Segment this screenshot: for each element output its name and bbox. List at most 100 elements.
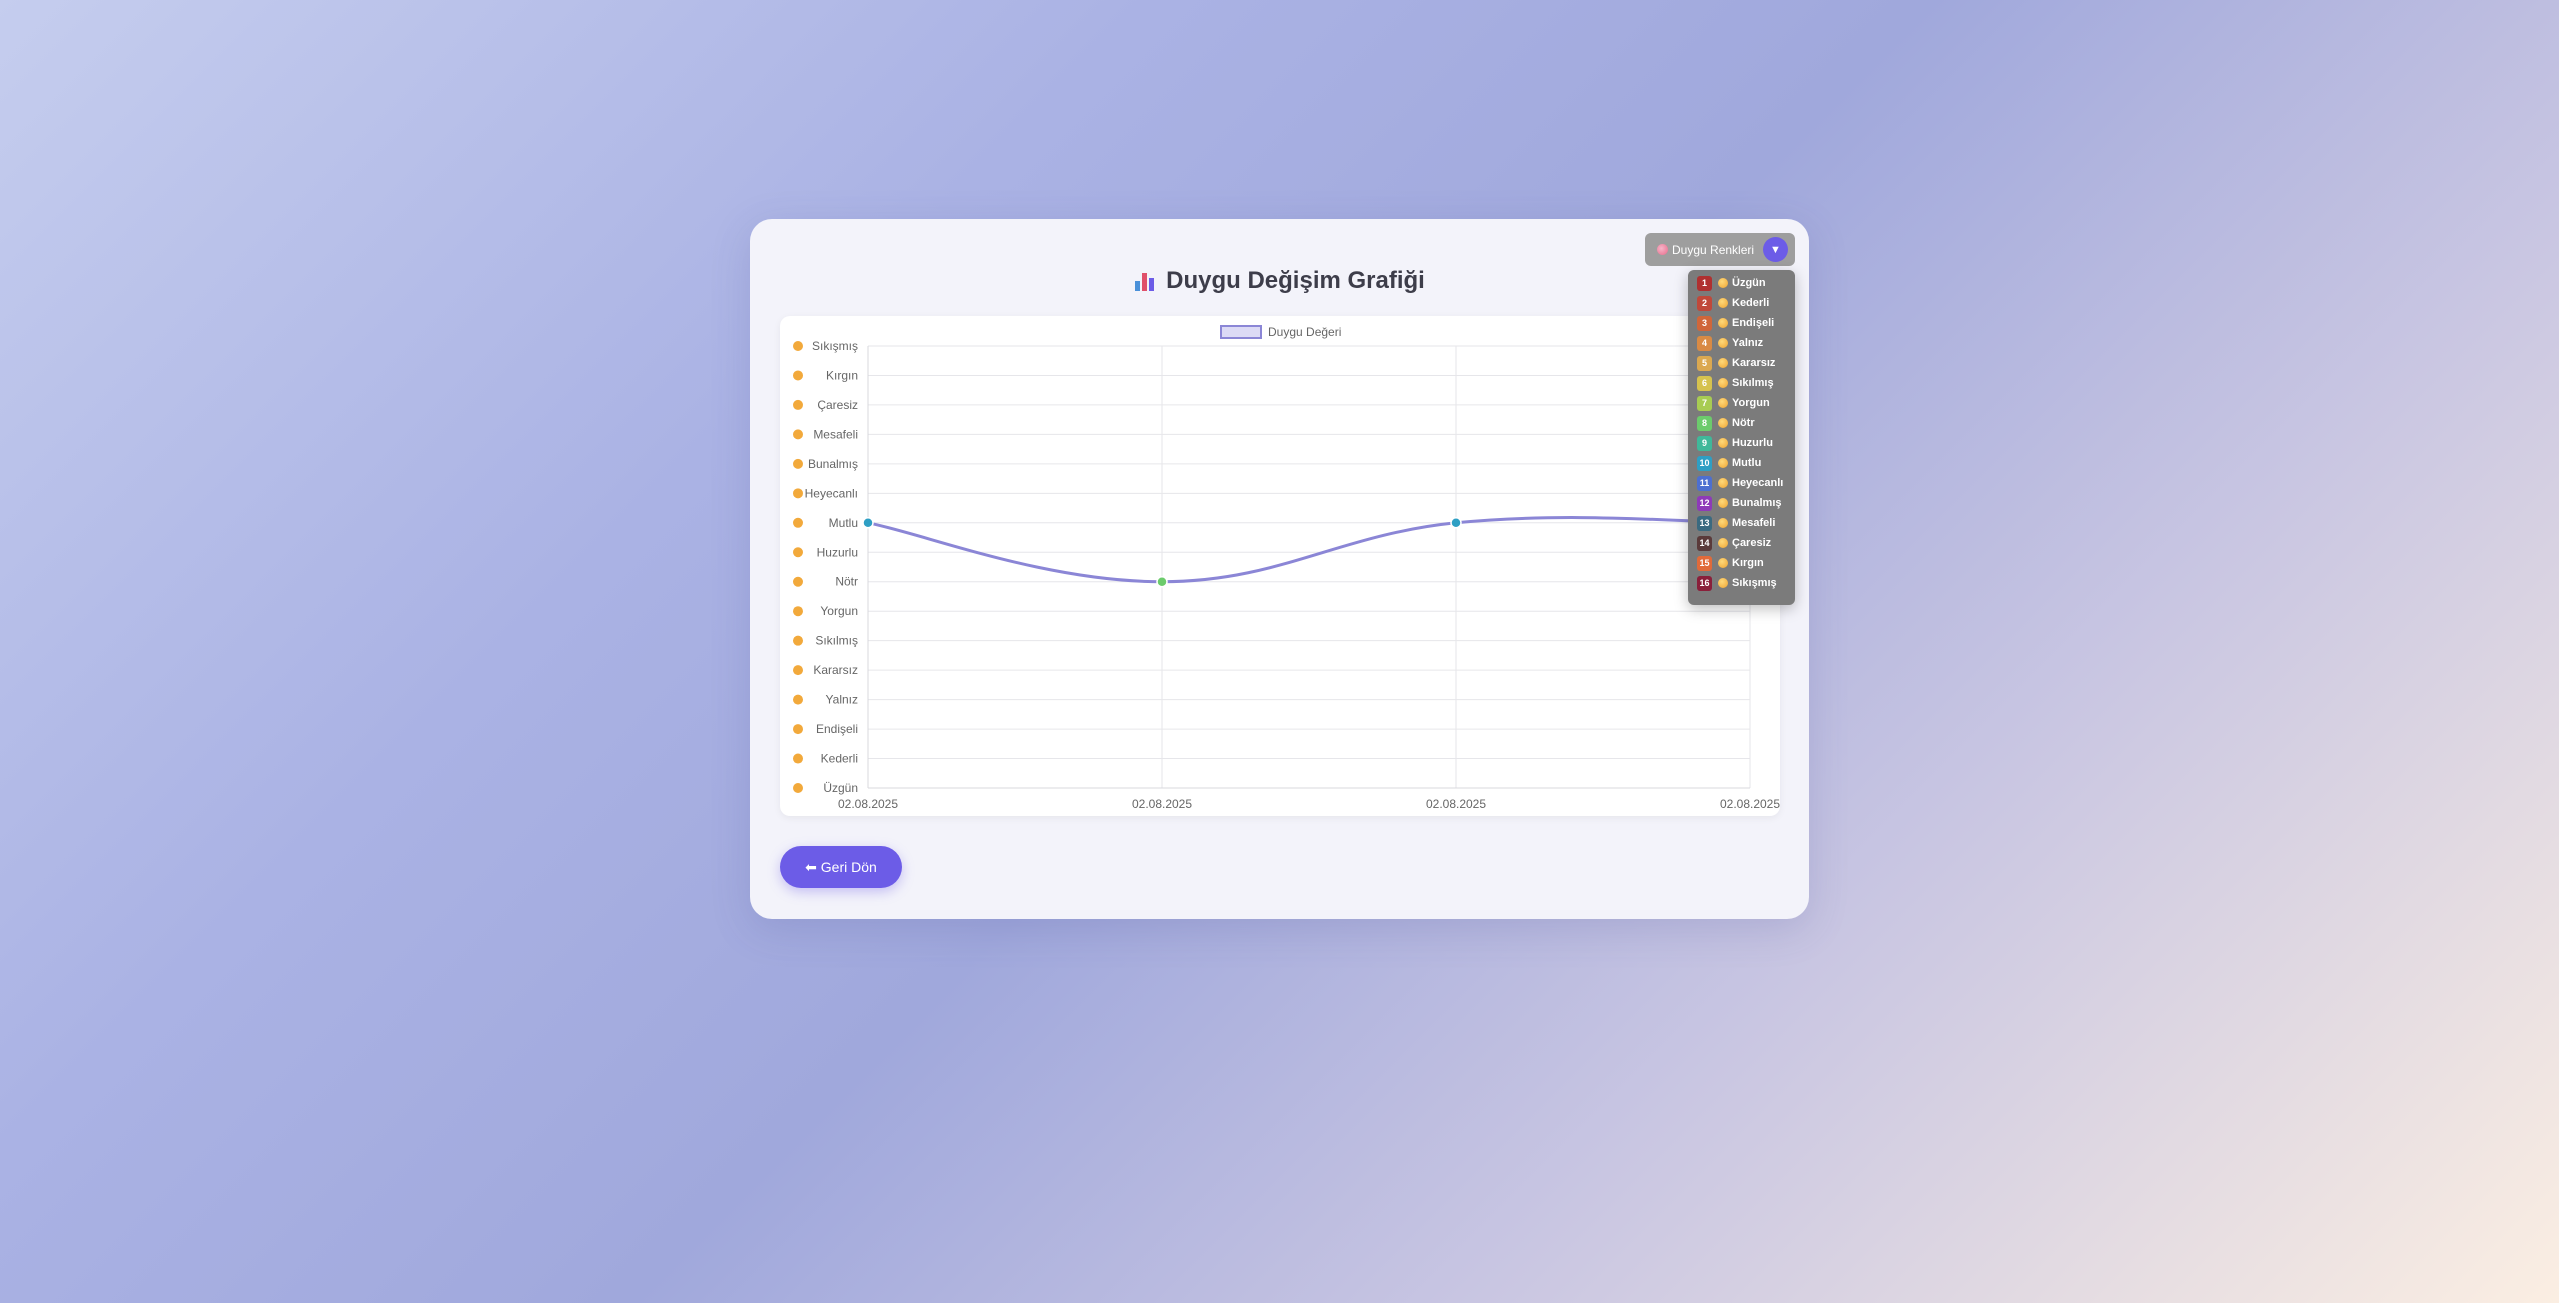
x-tick-label: 02.08.2025 bbox=[1720, 797, 1780, 811]
legend-swatch bbox=[1220, 325, 1262, 339]
page-title: Duygu Değişim Grafiği bbox=[750, 267, 1809, 295]
y-tick-label: Kederli bbox=[821, 752, 858, 766]
emotion-label: Endişeli bbox=[1732, 317, 1775, 329]
emotion-colors-button[interactable]: Duygu Renkleri ▼ bbox=[1645, 233, 1795, 266]
y-tick-label: Yalnız bbox=[826, 693, 858, 707]
emoji-icon bbox=[1718, 478, 1728, 488]
emoji-icon bbox=[1718, 498, 1728, 508]
y-tick-label: Sıkılmış bbox=[815, 634, 858, 648]
emotion-number-badge: 14 bbox=[1697, 535, 1712, 551]
bar-chart-icon bbox=[1134, 270, 1156, 292]
emoji-icon bbox=[1718, 338, 1728, 348]
data-point bbox=[862, 517, 874, 529]
data-point bbox=[1156, 575, 1168, 588]
page-title-text: Duygu Değişim Grafiği bbox=[1166, 267, 1425, 294]
emoji-icon bbox=[793, 635, 803, 646]
emoji-icon bbox=[1718, 538, 1728, 548]
emotion-number-badge: 12 bbox=[1697, 495, 1712, 511]
y-tick-label: Nötr bbox=[835, 575, 858, 589]
emotion-number-badge: 15 bbox=[1697, 555, 1712, 571]
y-tick: Kederli bbox=[793, 752, 858, 766]
y-tick-label: Sıkışmış bbox=[812, 339, 858, 353]
emoji-icon bbox=[793, 665, 803, 676]
emoji-icon bbox=[793, 399, 803, 410]
emoji-icon bbox=[1718, 578, 1728, 588]
emoji-icon bbox=[1718, 418, 1728, 428]
emotion-label: Sıkışmış bbox=[1732, 577, 1777, 589]
chart-card: Duygu Değişim Grafiği Üzgün Kederli Endişe… bbox=[750, 219, 1809, 919]
y-tick: Heyecanlı bbox=[793, 486, 858, 500]
data-point bbox=[1450, 517, 1462, 529]
emotion-label: Yorgun bbox=[1732, 397, 1770, 409]
emotion-label: Huzurlu bbox=[1732, 437, 1773, 449]
emotion-label: Kırgın bbox=[1732, 557, 1764, 569]
x-tick-label: 02.08.2025 bbox=[1426, 797, 1486, 811]
series-line bbox=[867, 516, 1751, 584]
emotion-colors-dropdown: 1 Üzgün 2 Kederli 3 Endişeli 4 Yalnız 5 Kararsız 6… bbox=[1688, 270, 1795, 605]
emotion-label: Sıkılmış bbox=[1732, 377, 1774, 389]
y-tick-label: Endişeli bbox=[816, 722, 858, 736]
emoji-icon bbox=[793, 488, 803, 499]
emotion-colors-label: Duygu Renkleri bbox=[1672, 242, 1755, 257]
y-tick: Üzgün bbox=[793, 781, 858, 795]
emoji-icon bbox=[793, 783, 803, 793]
emotion-color-item: 7 Yorgun bbox=[1697, 395, 1770, 411]
emoji-icon bbox=[793, 606, 803, 617]
palette-icon bbox=[1657, 244, 1668, 255]
chevron-down-icon[interactable]: ▼ bbox=[1763, 237, 1788, 262]
emoji-icon bbox=[1718, 318, 1728, 328]
emotion-label: Heyecanlı bbox=[1732, 477, 1784, 489]
x-tick-label: 02.08.2025 bbox=[1132, 797, 1192, 811]
y-tick: Kırgın bbox=[793, 368, 858, 382]
emotion-number-badge: 6 bbox=[1697, 375, 1712, 391]
legend-label: Duygu Değeri bbox=[1268, 325, 1341, 339]
emotion-label: Kararsız bbox=[1732, 357, 1776, 369]
y-tick-label: Mutlu bbox=[829, 516, 858, 530]
emotion-color-item: 10 Mutlu bbox=[1697, 455, 1761, 471]
emotion-color-item: 5 Kararsız bbox=[1697, 355, 1775, 371]
back-button[interactable]: ⬅ Geri Dön bbox=[780, 846, 902, 888]
emoji-icon bbox=[793, 429, 803, 440]
chart-legend: Duygu Değeri bbox=[1220, 325, 1341, 339]
emotion-number-badge: 4 bbox=[1697, 335, 1712, 351]
emotion-number-badge: 1 bbox=[1697, 275, 1712, 291]
emoji-icon bbox=[793, 753, 803, 764]
emotion-number-badge: 10 bbox=[1697, 455, 1712, 471]
emoji-icon bbox=[793, 694, 803, 705]
emotion-number-badge: 9 bbox=[1697, 435, 1712, 451]
emotion-label: Nötr bbox=[1732, 417, 1755, 429]
emotion-color-item: 12 Bunalmış bbox=[1697, 495, 1782, 511]
emoji-icon bbox=[1718, 458, 1728, 468]
emotion-number-badge: 3 bbox=[1697, 315, 1712, 331]
emotion-number-badge: 5 bbox=[1697, 355, 1712, 371]
emotion-number-badge: 2 bbox=[1697, 295, 1712, 311]
mood-chart: Üzgün Kederli Endişeli Yalnız Kararsız Sıkılm… bbox=[780, 316, 1780, 816]
emotion-color-item: 16 Sıkışmış bbox=[1697, 575, 1777, 591]
emoji-icon bbox=[1718, 278, 1728, 288]
emotion-color-item: 9 Huzurlu bbox=[1697, 435, 1773, 451]
y-tick: Huzurlu bbox=[793, 545, 858, 559]
y-tick: Kararsız bbox=[793, 663, 858, 677]
emotion-color-item: 14 Çaresiz bbox=[1697, 535, 1771, 551]
emotion-label: Bunalmış bbox=[1732, 497, 1782, 509]
emotion-color-item: 4 Yalnız bbox=[1697, 335, 1763, 351]
y-tick: Bunalmış bbox=[793, 457, 858, 471]
y-tick-label: Bunalmış bbox=[808, 457, 858, 471]
emoji-icon bbox=[793, 517, 803, 528]
emotion-number-badge: 11 bbox=[1697, 475, 1712, 491]
emotion-number-badge: 7 bbox=[1697, 395, 1712, 411]
emotion-label: Yalnız bbox=[1732, 337, 1764, 349]
emoji-icon bbox=[793, 370, 803, 381]
emoji-icon bbox=[1718, 298, 1728, 308]
y-tick: Endişeli bbox=[793, 722, 858, 736]
emoji-icon bbox=[1718, 358, 1728, 368]
emotion-color-item: 1 Üzgün bbox=[1697, 275, 1766, 291]
emoji-icon bbox=[1718, 438, 1728, 448]
y-tick-label: Yorgun bbox=[820, 604, 858, 618]
emoji-icon bbox=[1718, 558, 1728, 568]
emotion-label: Kederli bbox=[1732, 297, 1770, 309]
y-tick: Yalnız bbox=[793, 693, 858, 707]
y-tick: Mutlu bbox=[793, 516, 858, 530]
emoji-icon bbox=[793, 341, 803, 351]
y-tick: Sıkılmış bbox=[793, 634, 858, 648]
